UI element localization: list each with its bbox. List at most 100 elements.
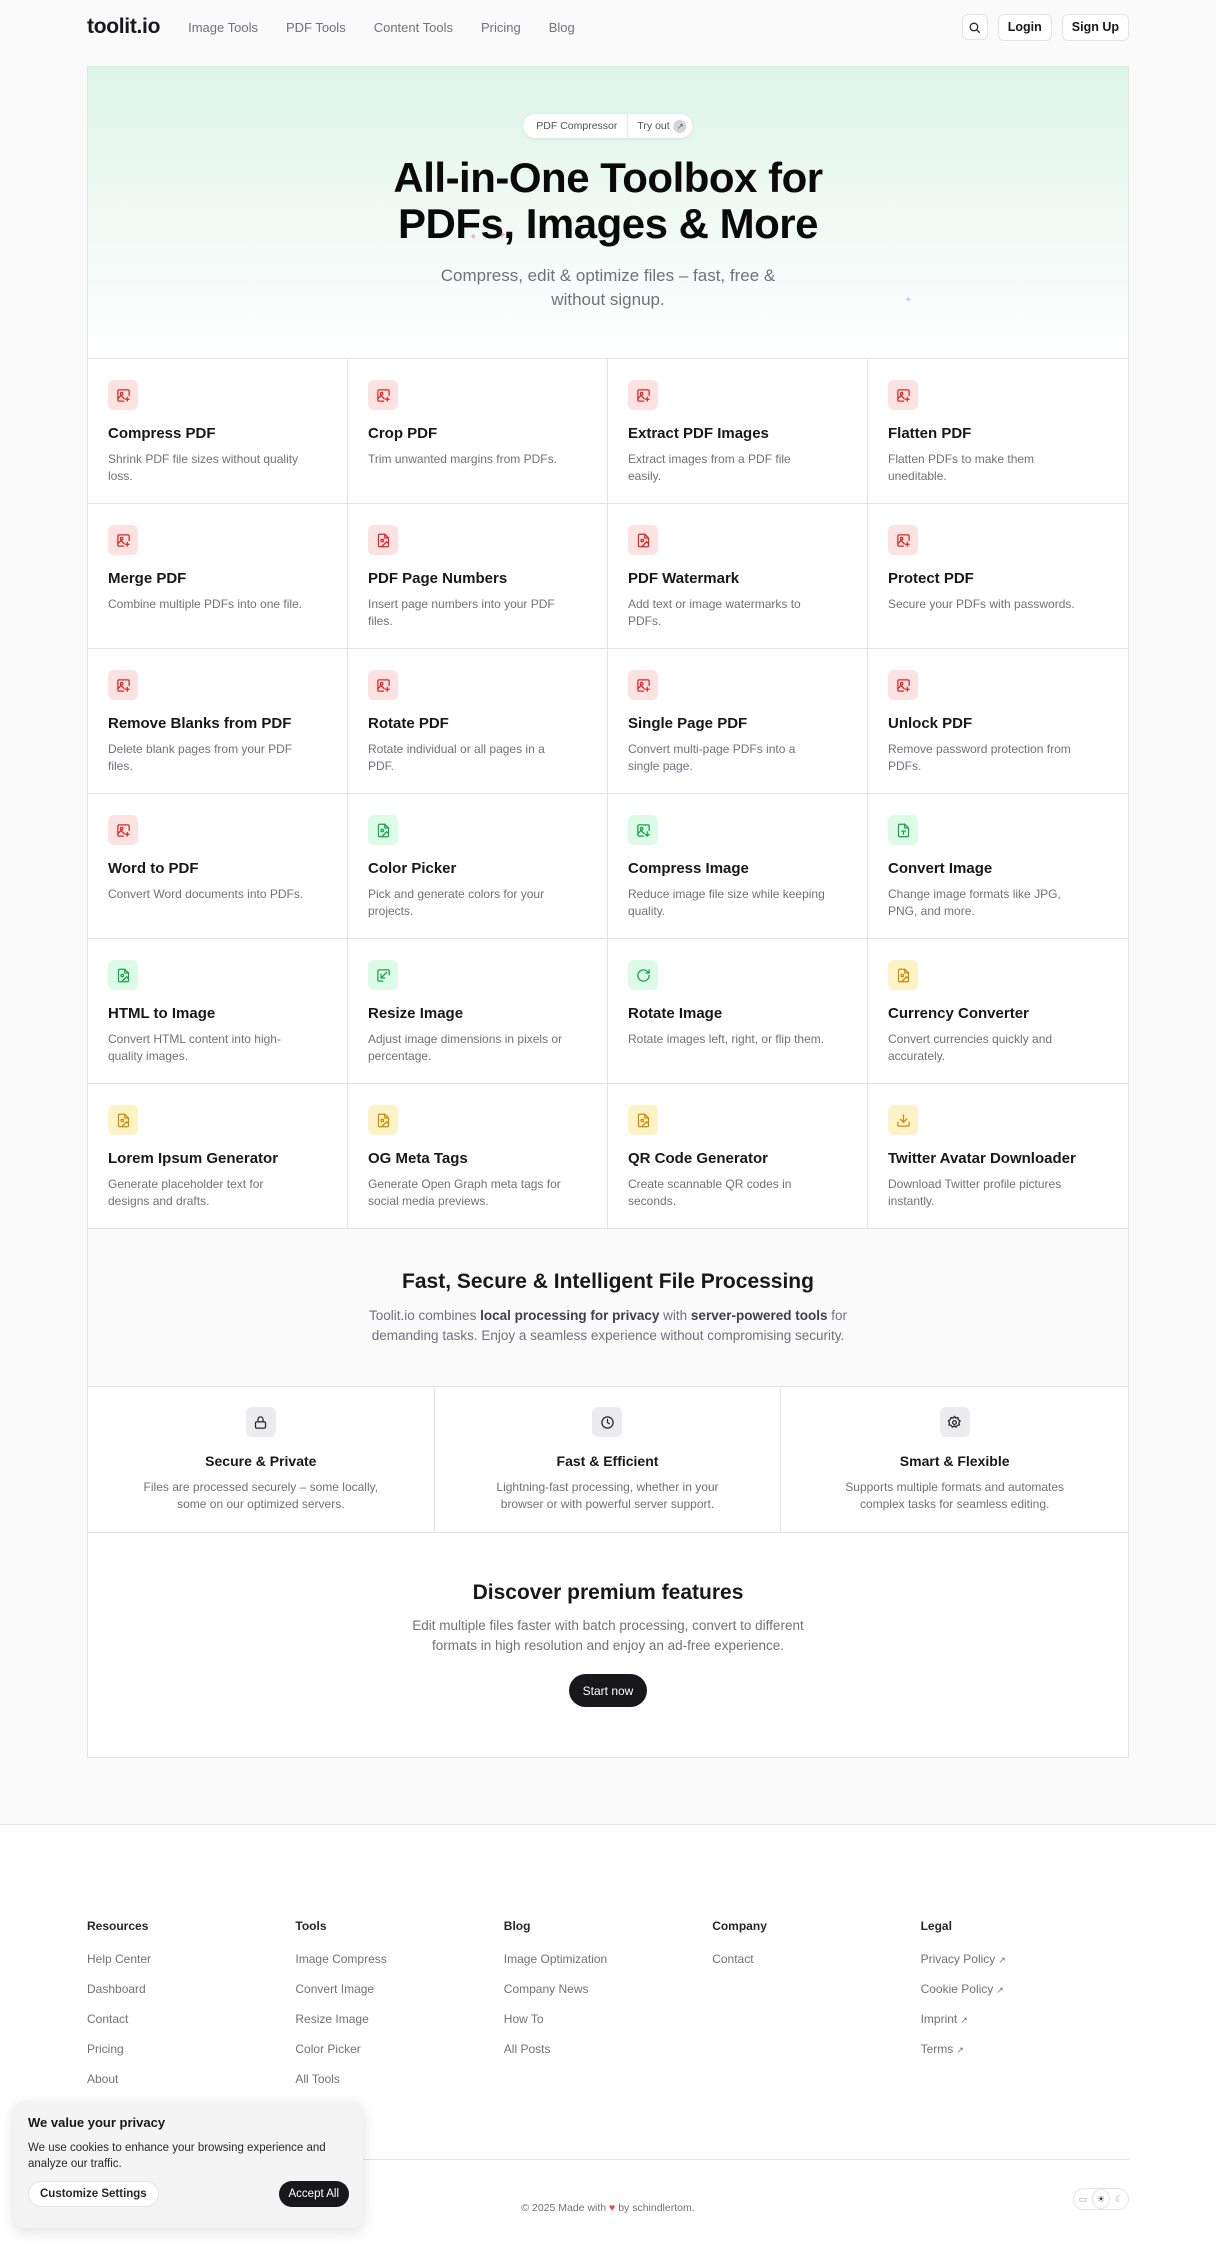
footer-link[interactable]: Resize Image <box>295 2012 503 2026</box>
nav-image-tools[interactable]: Image Tools <box>188 20 258 35</box>
footer-link[interactable]: Convert Image <box>295 1982 503 1996</box>
footer-column-company: Company Contact <box>712 1919 920 2159</box>
tool-desc: Convert currencies quickly and accuratel… <box>888 1032 1053 1063</box>
footer-link[interactable]: Company News <box>504 1982 712 1996</box>
feature-secure: Secure & Private Files are processed sec… <box>88 1387 435 1532</box>
tool-card[interactable]: PDF Watermark Add text or image watermark… <box>608 504 868 649</box>
tool-card[interactable]: Unlock PDF Remove password protection fro… <box>868 649 1128 794</box>
announcement-pill[interactable]: PDF Compressor Try out ↗ <box>523 114 693 138</box>
search-button[interactable] <box>961 14 988 40</box>
feature-fast: Fast & Efficient Lightning-fast processi… <box>435 1387 782 1532</box>
external-link-icon: ↗ <box>956 2045 964 2055</box>
tool-card[interactable]: Lorem Ipsum Generator Generate placeholde… <box>88 1084 348 1229</box>
tool-card[interactable]: Remove Blanks from PDF Delete blank pages… <box>88 649 348 794</box>
tool-card[interactable]: Resize Image Adjust image dimensions in p… <box>348 939 608 1084</box>
tool-desc: Rotate individual or all pages in a PDF. <box>368 742 545 773</box>
nav-pricing[interactable]: Pricing <box>481 20 521 35</box>
sun-icon[interactable]: ☀ <box>1092 2189 1110 2209</box>
footer-link[interactable]: Imprint ↗ <box>921 2012 1129 2026</box>
image-plus-icon <box>108 525 138 555</box>
footer-link[interactable]: How To <box>504 2012 712 2026</box>
tool-title: Merge PDF <box>108 570 187 587</box>
download-icon <box>888 1105 918 1135</box>
tool-card[interactable]: Flatten PDF Flatten PDFs to make them une… <box>868 359 1128 504</box>
tool-desc: Rotate images left, right, or flip them. <box>628 1032 825 1046</box>
tool-card[interactable]: HTML to Image Convert HTML content into h… <box>88 939 348 1084</box>
external-link-icon: ↗ <box>960 2015 968 2025</box>
site-header: toolit.io Image Tools PDF Tools Content … <box>87 0 1129 54</box>
footer-link[interactable]: Image Optimization <box>504 1952 712 1966</box>
footer-link[interactable]: Help Center <box>87 1952 295 1966</box>
premium-desc: Edit multiple files faster with batch pr… <box>412 1618 804 1653</box>
footer-link[interactable]: Contact <box>712 1952 920 1966</box>
cookie-actions: Customize Settings Accept All <box>28 2181 349 2207</box>
tool-card[interactable]: Rotate PDF Rotate individual or all pages… <box>348 649 608 794</box>
tool-title: Color Picker <box>368 860 457 877</box>
tool-title: Remove Blanks from PDF <box>108 715 292 732</box>
hero-title-line2: PDFs, Images & More <box>398 200 818 247</box>
gear-icon <box>939 1407 970 1437</box>
features-intro: Fast, Secure & Intelligent File Processi… <box>88 1229 1128 1387</box>
tool-desc: Trim unwanted margins from PDFs. <box>368 452 557 466</box>
tool-card[interactable]: Color Picker Pick and generate colors for… <box>348 794 608 939</box>
tool-card[interactable]: PDF Page Numbers Insert page numbers into… <box>348 504 608 649</box>
footer-link[interactable]: All Posts <box>504 2042 712 2056</box>
lock-icon <box>245 1407 276 1437</box>
moon-icon[interactable]: ☾ <box>1110 2189 1128 2209</box>
tool-card[interactable]: OG Meta Tags Generate Open Graph meta tag… <box>348 1084 608 1229</box>
image-plus-icon <box>108 380 138 410</box>
nav-pdf-tools[interactable]: PDF Tools <box>286 20 346 35</box>
tool-card[interactable]: Single Page PDF Convert multi-page PDFs i… <box>608 649 868 794</box>
tool-card[interactable]: Compress PDF Shrink PDF file sizes withou… <box>88 359 348 504</box>
tool-title: Rotate PDF <box>368 715 449 732</box>
tool-card[interactable]: Extract PDF Images Extract images from a … <box>608 359 868 504</box>
feature-desc: Files are processed securely – some loca… <box>143 1480 379 1511</box>
footer-link[interactable]: Terms ↗ <box>921 2042 1129 2056</box>
tool-desc: Reduce image file size while keeping qua… <box>628 887 825 918</box>
footer-link[interactable]: Pricing <box>87 2042 295 2056</box>
cookie-text: We use cookies to enhance your browsing … <box>28 2142 326 2170</box>
tool-card[interactable]: Convert Image Change image formats like J… <box>868 794 1128 939</box>
tool-card[interactable]: Currency Converter Convert currencies qui… <box>868 939 1128 1084</box>
footer-link[interactable]: Privacy Policy ↗ <box>921 1952 1129 1966</box>
footer-link[interactable]: About <box>87 2072 295 2086</box>
nav-blog[interactable]: Blog <box>549 20 575 35</box>
footer-link[interactable]: Cookie Policy ↗ <box>921 1982 1129 1996</box>
nav-content-tools[interactable]: Content Tools <box>374 20 453 35</box>
footer-link[interactable]: Color Picker <box>295 2042 503 2056</box>
image-plus-icon <box>888 670 918 700</box>
customize-settings-button[interactable]: Customize Settings <box>28 2181 159 2207</box>
tool-title: Single Page PDF <box>628 715 748 732</box>
file-image-icon <box>368 1105 398 1135</box>
file-image-icon <box>108 1105 138 1135</box>
footer-link[interactable]: All Tools <box>295 2072 503 2086</box>
signup-button[interactable]: Sign Up <box>1061 13 1129 41</box>
tool-card[interactable]: Merge PDF Combine multiple PDFs into one … <box>88 504 348 649</box>
accept-all-button[interactable]: Accept All <box>278 2181 349 2207</box>
rotate-icon <box>628 960 658 990</box>
tool-card[interactable]: Protect PDF Secure your PDFs with passwor… <box>868 504 1128 649</box>
tool-card[interactable]: Crop PDF Trim unwanted margins from PDFs. <box>348 359 608 504</box>
sparkle-icon: ✦ <box>904 295 913 306</box>
tool-card[interactable]: Twitter Avatar Downloader Download Twitte… <box>868 1084 1128 1229</box>
tool-card[interactable]: Rotate Image Rotate images left, right, o… <box>608 939 868 1084</box>
footer-link[interactable]: Contact <box>87 2012 295 2026</box>
footer-link[interactable]: Dashboard <box>87 1982 295 1996</box>
login-button[interactable]: Login <box>997 13 1052 41</box>
footer-heading: Resources <box>87 1919 149 1933</box>
main-nav: Image Tools PDF Tools Content Tools Pric… <box>188 20 575 35</box>
footer-heading: Legal <box>920 1919 952 1933</box>
start-now-button[interactable]: Start now <box>568 1674 648 1707</box>
pill-action[interactable]: Try out ↗ <box>628 119 692 133</box>
tool-card[interactable]: QR Code Generator Create scannable QR cod… <box>608 1084 868 1229</box>
tool-card[interactable]: Word to PDF Convert Word documents into P… <box>88 794 348 939</box>
footer-link[interactable]: Image Compress <box>295 1952 503 1966</box>
monitor-icon[interactable]: ▭ <box>1074 2189 1092 2209</box>
file-image-icon <box>628 1105 658 1135</box>
tool-card[interactable]: Compress Image Reduce image file size whi… <box>608 794 868 939</box>
logo[interactable]: toolit.io <box>87 15 160 39</box>
tool-title: Flatten PDF <box>888 425 972 442</box>
tool-title: PDF Watermark <box>628 570 740 587</box>
image-plus-icon <box>368 670 398 700</box>
external-link-icon: ↗ <box>996 1985 1004 1995</box>
